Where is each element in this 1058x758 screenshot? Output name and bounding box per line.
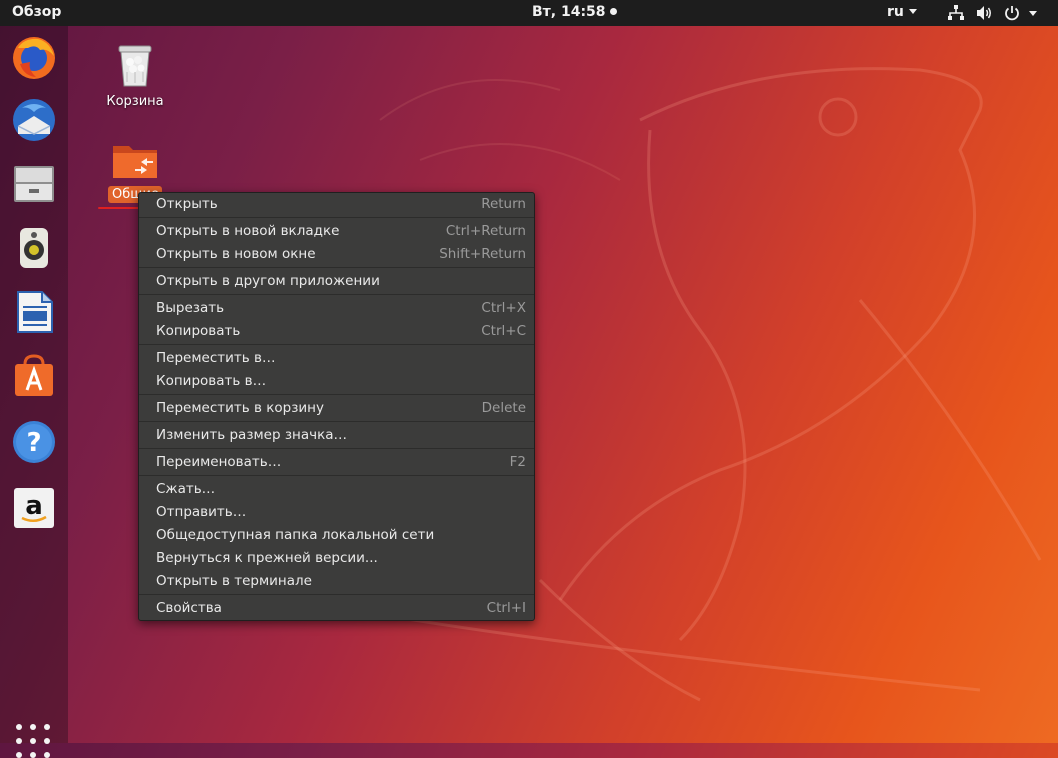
clock-text: Вт, 14:58 [532, 4, 606, 20]
dock: ? a [0, 26, 68, 758]
menu-item-label: Переименовать… [156, 454, 282, 470]
context-menu-item[interactable]: Копировать в… [139, 370, 534, 393]
menu-item-shortcut: Delete [481, 400, 526, 416]
menu-item-label: Вырезать [156, 300, 225, 316]
network-icon[interactable] [946, 3, 966, 23]
desktop-trash[interactable]: Корзина [100, 42, 170, 109]
menu-item-label: Переместить в корзину [156, 400, 324, 416]
system-tray[interactable] [946, 3, 1037, 23]
menu-item-label: Изменить размер значка… [156, 427, 348, 443]
context-menu-item[interactable]: Переименовать… F2 [139, 451, 534, 474]
menu-item-shortcut: F2 [509, 454, 526, 470]
menu-separator [139, 344, 534, 345]
menu-item-label: Открыть в терминале [156, 573, 312, 589]
shared-folder-icon [113, 146, 157, 178]
menu-separator [139, 394, 534, 395]
menu-item-shortcut: Ctrl+I [486, 600, 526, 616]
context-menu-item[interactable]: Сжать… [139, 478, 534, 501]
menu-separator [139, 294, 534, 295]
amazon-icon[interactable]: a [10, 484, 58, 532]
menu-item-label: Открыть в новом окне [156, 246, 316, 262]
software-center-icon[interactable] [10, 352, 58, 400]
notification-dot-icon [609, 8, 617, 15]
menu-item-label: Общедоступная папка локальной сети [156, 527, 435, 543]
menu-separator [139, 217, 534, 218]
menu-item-label: Свойства [156, 600, 222, 616]
menu-item-shortcut: Return [481, 196, 526, 212]
chevron-down-icon [1029, 10, 1037, 16]
files-icon[interactable] [10, 160, 58, 208]
menu-item-shortcut: Ctrl+X [481, 300, 526, 316]
chevron-down-icon [908, 9, 917, 14]
menu-item-label: Открыть [156, 196, 218, 212]
context-menu-item[interactable]: Вернуться к прежней версии... [139, 547, 534, 570]
menu-item-shortcut: Shift+Return [439, 246, 526, 262]
context-menu-item[interactable]: Открыть Return [139, 193, 534, 216]
firefox-icon[interactable] [10, 34, 58, 82]
show-apps-grid-icon[interactable] [16, 724, 50, 758]
menu-separator [139, 421, 534, 422]
menu-item-shortcut: Ctrl+C [481, 323, 526, 339]
menu-item-label: Отправить… [156, 504, 247, 520]
menu-item-label: Сжать… [156, 481, 216, 497]
context-menu-item[interactable]: Открыть в терминале [139, 570, 534, 593]
svg-text:a: a [25, 491, 43, 521]
context-menu: Открыть Return Открыть в новой вкладке Ctrl… [138, 192, 535, 621]
context-menu-item[interactable]: Общедоступная папка локальной сети [139, 524, 534, 547]
help-icon[interactable]: ? [10, 418, 58, 466]
activities-button[interactable]: Обзор [12, 4, 61, 20]
menu-item-label: Открыть в новой вкладке [156, 223, 340, 239]
context-menu-item[interactable]: Изменить размер значка… [139, 424, 534, 447]
libreoffice-writer-icon[interactable] [10, 288, 58, 336]
menu-separator [139, 475, 534, 476]
menu-item-shortcut: Ctrl+Return [445, 223, 526, 239]
context-menu-item[interactable]: Открыть в новом окне Shift+Return [139, 243, 534, 266]
language-menu[interactable]: ru [887, 4, 917, 20]
trash-icon [118, 45, 152, 87]
clock-menu[interactable]: Вт, 14:58 [532, 4, 617, 20]
context-menu-item[interactable]: Переместить в корзину Delete [139, 397, 534, 420]
thunderbird-icon[interactable] [10, 96, 58, 144]
context-menu-item[interactable]: Отправить… [139, 501, 534, 524]
top-bar: Обзор Вт, 14:58 ru [0, 0, 1058, 26]
language-label: ru [887, 4, 904, 20]
context-menu-item[interactable]: Вырезать Ctrl+X [139, 297, 534, 320]
context-menu-item[interactable]: Открыть в другом приложении [139, 270, 534, 293]
menu-item-label: Копировать [156, 323, 241, 339]
svg-text:?: ? [26, 428, 41, 458]
menu-separator [139, 448, 534, 449]
menu-item-label: Открыть в другом приложении [156, 273, 380, 289]
context-menu-item[interactable]: Свойства Ctrl+I [139, 597, 534, 620]
menu-item-label: Переместить в… [156, 350, 276, 366]
volume-icon[interactable] [974, 3, 994, 23]
menu-separator [139, 267, 534, 268]
power-icon [1005, 6, 1019, 21]
context-menu-item[interactable]: Открыть в новой вкладке Ctrl+Return [139, 220, 534, 243]
trash-label: Корзина [106, 94, 164, 109]
menu-separator [139, 594, 534, 595]
menu-item-label: Вернуться к прежней версии... [156, 550, 378, 566]
power-menu[interactable] [1002, 3, 1037, 23]
menu-item-label: Копировать в… [156, 373, 267, 389]
context-menu-item[interactable]: Копировать Ctrl+C [139, 320, 534, 343]
rhythmbox-icon[interactable] [10, 224, 58, 272]
context-menu-item[interactable]: Переместить в… [139, 347, 534, 370]
